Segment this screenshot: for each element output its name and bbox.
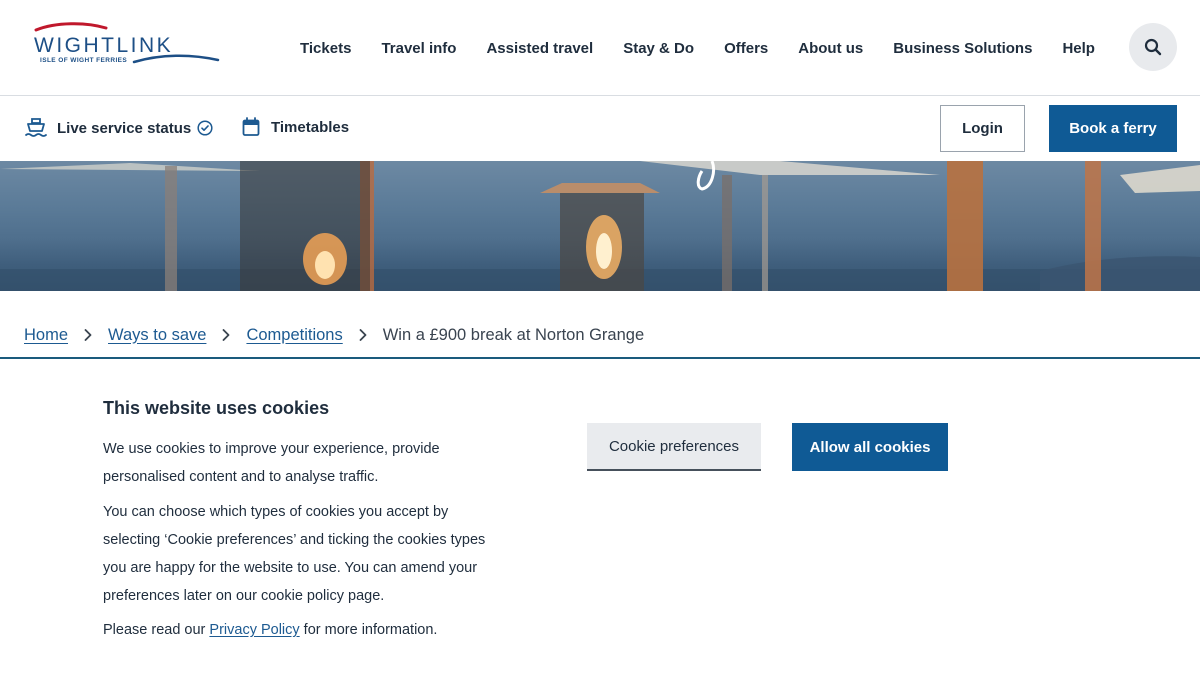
cookie-paragraph-choices: You can choose which types of cookies yo… [103, 504, 486, 604]
chevron-right-icon [222, 329, 230, 341]
nav-item-help[interactable]: Help [1062, 40, 1095, 57]
cookie-preferences-button[interactable]: Cookie preferences [587, 423, 761, 471]
nav-item-tickets[interactable]: Tickets [300, 40, 351, 57]
logo-wordmark: WIGHTLINK [34, 34, 174, 57]
cookie-banner-title: This website uses cookies [103, 398, 330, 418]
hero-image [0, 161, 1200, 291]
breadcrumb-ways-to-save[interactable]: Ways to save [108, 326, 206, 345]
nav-item-about-us[interactable]: About us [798, 40, 863, 57]
cookie-paragraph-intro: We use cookies to improve your experienc… [103, 441, 440, 485]
breadcrumb: Home Ways to save Competitions Win a £90… [24, 324, 644, 346]
ferry-icon [25, 118, 47, 137]
live-service-status-label: Live service status [57, 119, 192, 137]
nav-item-business-solutions[interactable]: Business Solutions [893, 40, 1032, 57]
allow-all-cookies-button[interactable]: Allow all cookies [792, 423, 948, 471]
privacy-policy-link[interactable]: Privacy Policy [209, 622, 299, 638]
main-nav: Tickets Travel info Assisted travel Stay… [284, 36, 1110, 60]
check-circle-icon [197, 120, 213, 136]
chevron-right-icon [84, 329, 92, 341]
calendar-icon [242, 117, 260, 136]
timetables-link[interactable]: Timetables [242, 117, 355, 137]
nav-item-offers[interactable]: Offers [724, 40, 768, 57]
search-icon [1144, 38, 1162, 56]
login-button[interactable]: Login [940, 105, 1025, 152]
privacy-text-before: Please read our [103, 622, 210, 638]
book-a-ferry-button[interactable]: Book a ferry [1049, 105, 1177, 152]
cookie-paragraph-privacy: Please read our Privacy Policy for more … [103, 616, 493, 644]
breadcrumb-competitions[interactable]: Competitions [246, 326, 342, 345]
wightlink-logo[interactable]: WIGHTLINK ISLE OF WIGHT FERRIES [26, 20, 222, 72]
logo-tagline: ISLE OF WIGHT FERRIES [40, 57, 128, 64]
nav-item-stay-do[interactable]: Stay & Do [623, 40, 694, 57]
nav-item-travel-info[interactable]: Travel info [381, 40, 456, 57]
breadcrumb-current: Win a £900 break at Norton Grange [382, 325, 645, 344]
hero-scene [0, 161, 1200, 291]
sub-header: Live service status Timetables Login Boo… [0, 97, 1200, 161]
nav-item-assisted-travel[interactable]: Assisted travel [486, 40, 593, 57]
timetables-label: Timetables [271, 118, 350, 136]
top-header: WIGHTLINK ISLE OF WIGHT FERRIES Tickets … [0, 0, 1200, 96]
search-button[interactable] [1129, 23, 1177, 71]
live-service-status-link[interactable]: Live service status [24, 117, 213, 139]
breadcrumb-divider [0, 357, 1200, 359]
privacy-text-after: for more information. [299, 622, 438, 638]
chevron-right-icon [359, 329, 367, 341]
breadcrumb-home[interactable]: Home [24, 326, 68, 345]
